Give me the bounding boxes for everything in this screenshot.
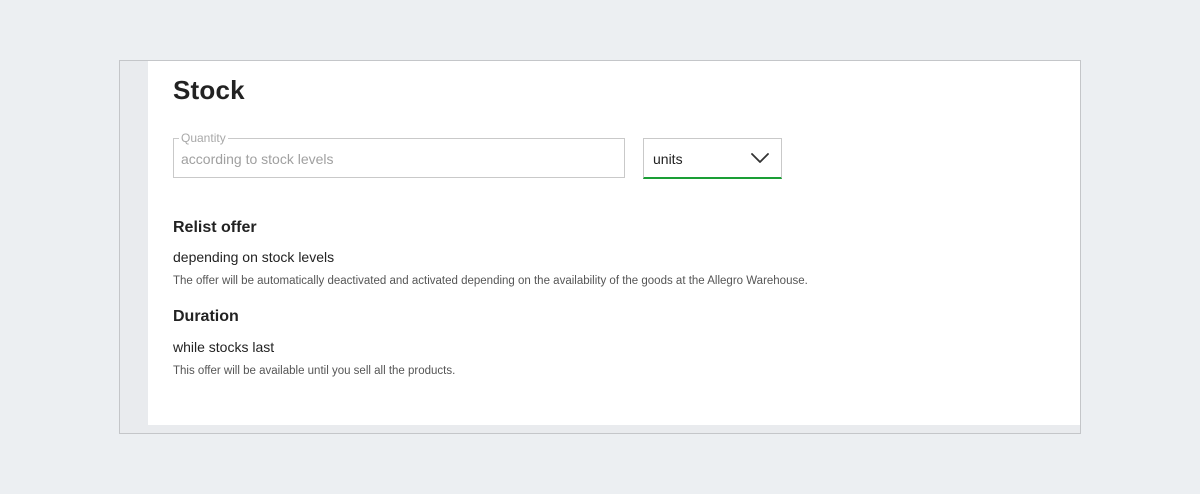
quantity-value: according to stock levels — [181, 151, 334, 167]
form-frame: Stock Quantity according to stock levels… — [119, 60, 1081, 434]
stock-card: Stock Quantity according to stock levels… — [148, 61, 1080, 425]
quantity-label: Quantity — [179, 131, 228, 145]
quantity-field[interactable]: Quantity according to stock levels — [173, 131, 625, 178]
unit-select[interactable]: units — [643, 138, 782, 179]
relist-description: The offer will be automatically deactiva… — [173, 275, 808, 287]
chevron-down-icon — [751, 153, 769, 163]
unit-select-value: units — [653, 151, 683, 167]
relist-value: depending on stock levels — [173, 249, 335, 265]
duration-description: This offer will be available until you s… — [173, 365, 456, 377]
duration-value: while stocks last — [173, 339, 275, 355]
duration-heading: Duration — [173, 308, 239, 325]
relist-heading: Relist offer — [173, 219, 257, 236]
section-title: Stock — [173, 75, 245, 105]
